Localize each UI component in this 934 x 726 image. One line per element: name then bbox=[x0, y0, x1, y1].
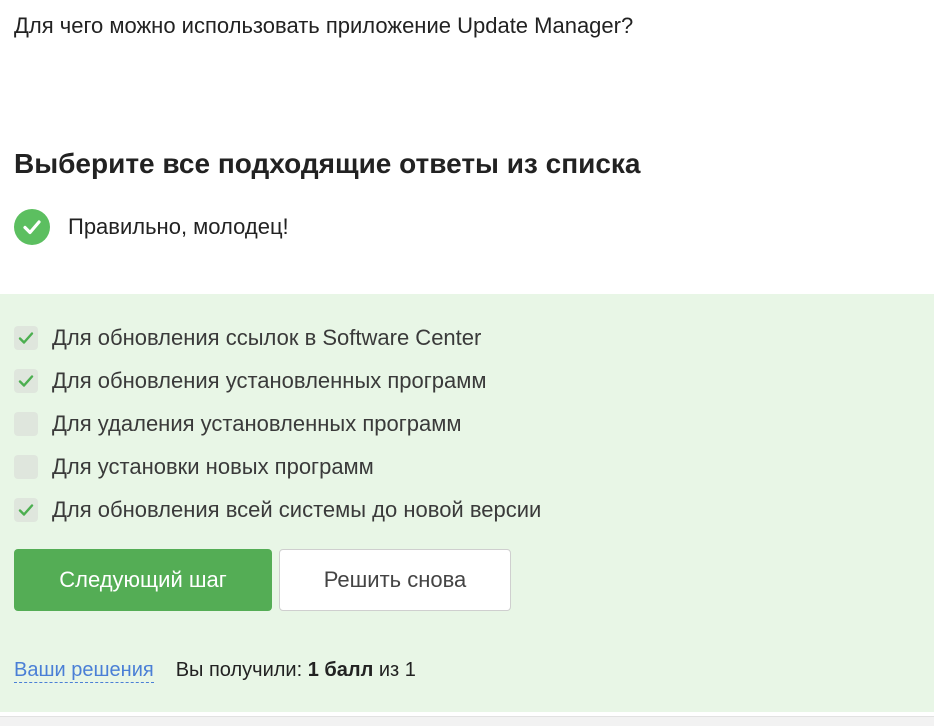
instruction-heading: Выберите все подходящие ответы из списка bbox=[14, 148, 641, 179]
option-label: Для обновления всей системы до новой вер… bbox=[52, 496, 542, 522]
checkbox[interactable] bbox=[14, 325, 38, 350]
checkmark-icon bbox=[18, 503, 34, 516]
your-solutions-link[interactable]: Ваши решения bbox=[14, 659, 154, 683]
option-label: Для обновления установленных программ bbox=[52, 367, 487, 393]
score-suffix: из 1 bbox=[378, 659, 416, 681]
next-step-button[interactable]: Следующий шаг bbox=[14, 549, 272, 611]
score-prefix: Вы получили: bbox=[175, 659, 303, 681]
checkmark-icon bbox=[18, 374, 34, 387]
option-label: Для установки новых программ bbox=[52, 453, 374, 479]
checkbox[interactable] bbox=[14, 454, 38, 479]
score-text: Вы получили: 1 балл из 1 bbox=[176, 659, 416, 682]
option-item[interactable]: Для обновления всей системы до новой вер… bbox=[14, 488, 541, 531]
option-label: Для обновления ссылок в Software Center bbox=[52, 324, 482, 350]
checkmark-icon bbox=[18, 331, 34, 344]
checkbox[interactable] bbox=[14, 368, 38, 393]
result-footer: Ваши решения Вы получили: 1 балл из 1 bbox=[14, 659, 416, 683]
question-text: Для чего можно использовать приложение U… bbox=[14, 13, 634, 38]
option-item[interactable]: Для обновления ссылок в Software Center bbox=[14, 316, 541, 359]
score-value: 1 балл bbox=[307, 659, 374, 681]
option-item[interactable]: Для удаления установленных программ bbox=[14, 402, 541, 445]
option-item[interactable]: Для обновления установленных программ bbox=[14, 359, 541, 402]
checkbox[interactable] bbox=[14, 411, 38, 436]
answer-panel: Для обновления ссылок в Software Center … bbox=[0, 294, 934, 712]
checkbox[interactable] bbox=[14, 497, 38, 522]
feedback-text: Правильно, молодец! bbox=[68, 214, 289, 239]
check-circle-icon bbox=[14, 209, 50, 245]
option-label: Для удаления установленных программ bbox=[52, 410, 462, 436]
feedback-message: Правильно, молодец! bbox=[14, 209, 289, 245]
solve-again-button[interactable]: Решить снова bbox=[279, 549, 511, 611]
option-item[interactable]: Для установки новых программ bbox=[14, 445, 541, 488]
options-list: Для обновления ссылок в Software Center … bbox=[14, 316, 541, 531]
